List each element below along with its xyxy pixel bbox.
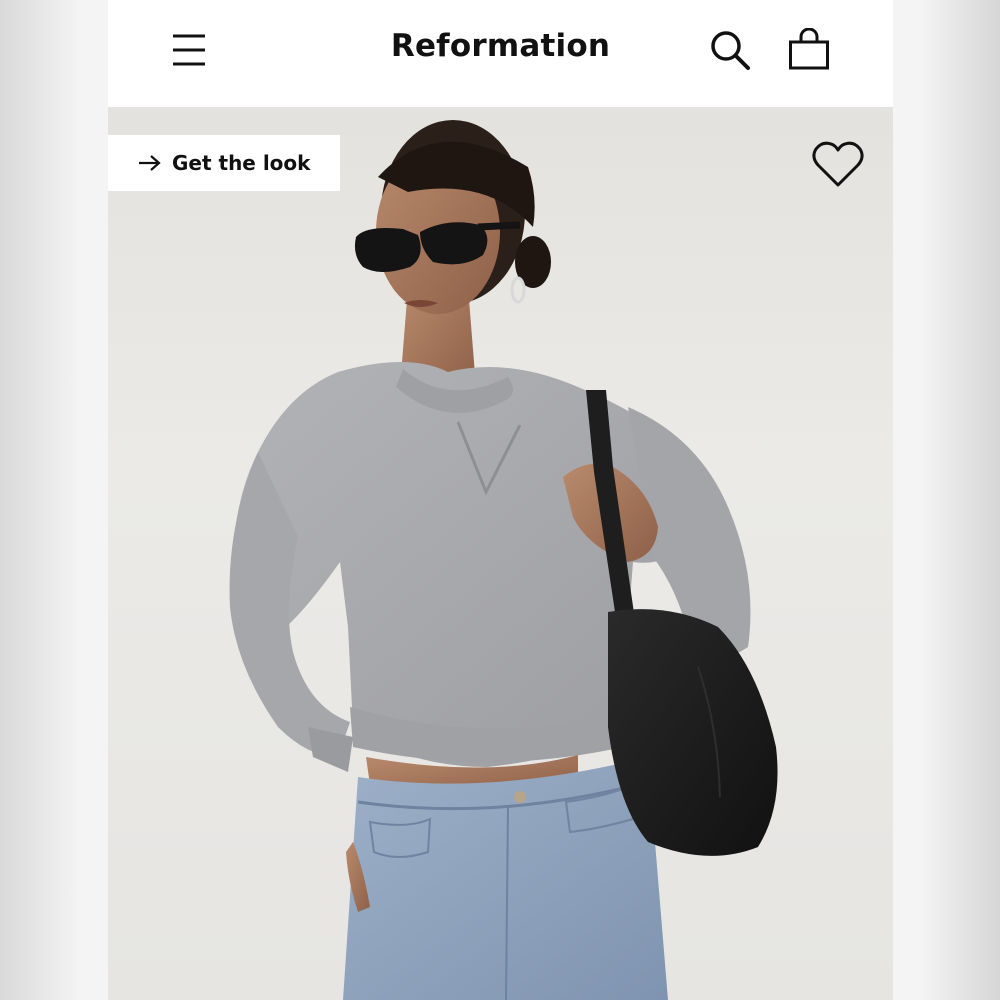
menu-button[interactable] <box>168 30 208 70</box>
screenshot-frame: Reformation Get the look <box>0 0 1000 1000</box>
hamburger-menu-icon <box>173 34 205 66</box>
shopping-bag-icon <box>789 27 829 70</box>
favorite-button[interactable] <box>808 137 868 193</box>
get-the-look-button[interactable]: Get the look <box>108 135 340 191</box>
hero-image[interactable]: Get the look <box>108 107 893 1000</box>
search-button[interactable] <box>708 28 752 72</box>
product-page: Reformation Get the look <box>108 0 893 1000</box>
model-photo <box>229 120 778 1000</box>
get-the-look-label: Get the look <box>172 151 311 175</box>
site-header: Reformation <box>108 0 893 107</box>
heart-outline-icon <box>812 141 864 187</box>
shopping-bag-button[interactable] <box>786 27 832 74</box>
arrow-right-icon <box>139 155 161 171</box>
brand-logo[interactable]: Reformation <box>108 28 893 64</box>
search-icon <box>711 31 750 70</box>
